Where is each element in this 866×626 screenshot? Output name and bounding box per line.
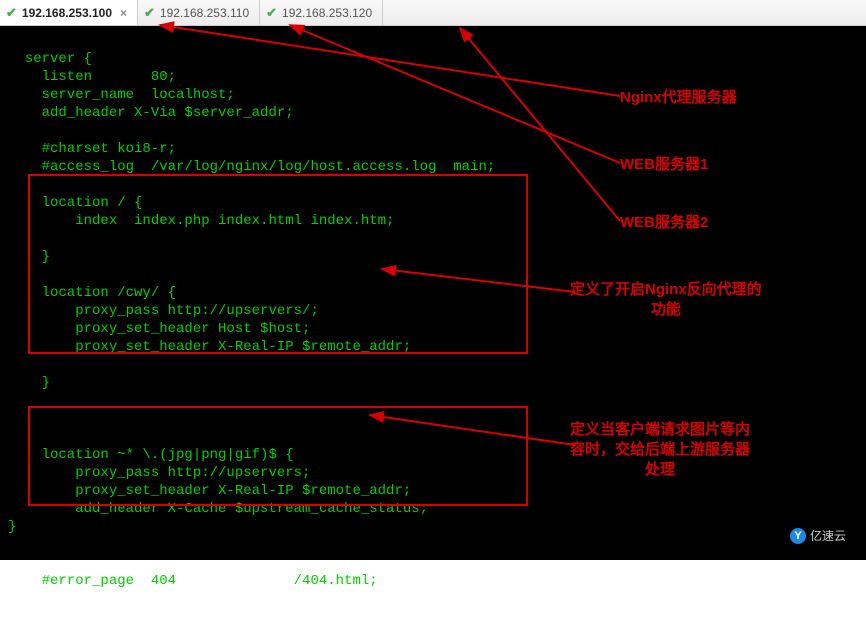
nginx-config-text: server { listen 80; server_name localhos… [8, 51, 495, 589]
annotation-reverse-proxy: 定义了开启Nginx反向代理的 功能 [570, 280, 762, 320]
annotation-image-proxy: 定义当客户端请求图片等内 容时，交给后端上游服务器 处理 [570, 420, 750, 480]
status-icon: ✔ [6, 5, 17, 21]
watermark: Y 亿速云 [784, 525, 852, 546]
tab-bar: ✔ 192.168.253.100 × ✔ 192.168.253.110 ✔ … [0, 0, 866, 26]
tab-host-2[interactable]: ✔ 192.168.253.110 [138, 0, 260, 25]
tab-host-1[interactable]: ✔ 192.168.253.100 × [0, 0, 138, 25]
annotation-web2: WEB服务器2 [620, 213, 708, 233]
annotation-nginx-proxy: Nginx代理服务器 [620, 88, 737, 108]
status-icon: ✔ [144, 5, 155, 21]
annotation-web1: WEB服务器1 [620, 155, 708, 175]
close-icon[interactable]: × [120, 6, 127, 20]
tab-label: 192.168.253.100 [22, 6, 112, 20]
watermark-text: 亿速云 [810, 527, 846, 544]
status-icon: ✔ [266, 5, 277, 21]
tab-label: 192.168.253.110 [160, 6, 249, 20]
watermark-icon: Y [790, 528, 806, 544]
tab-host-3[interactable]: ✔ 192.168.253.120 [260, 0, 383, 25]
tab-label: 192.168.253.120 [282, 6, 372, 20]
